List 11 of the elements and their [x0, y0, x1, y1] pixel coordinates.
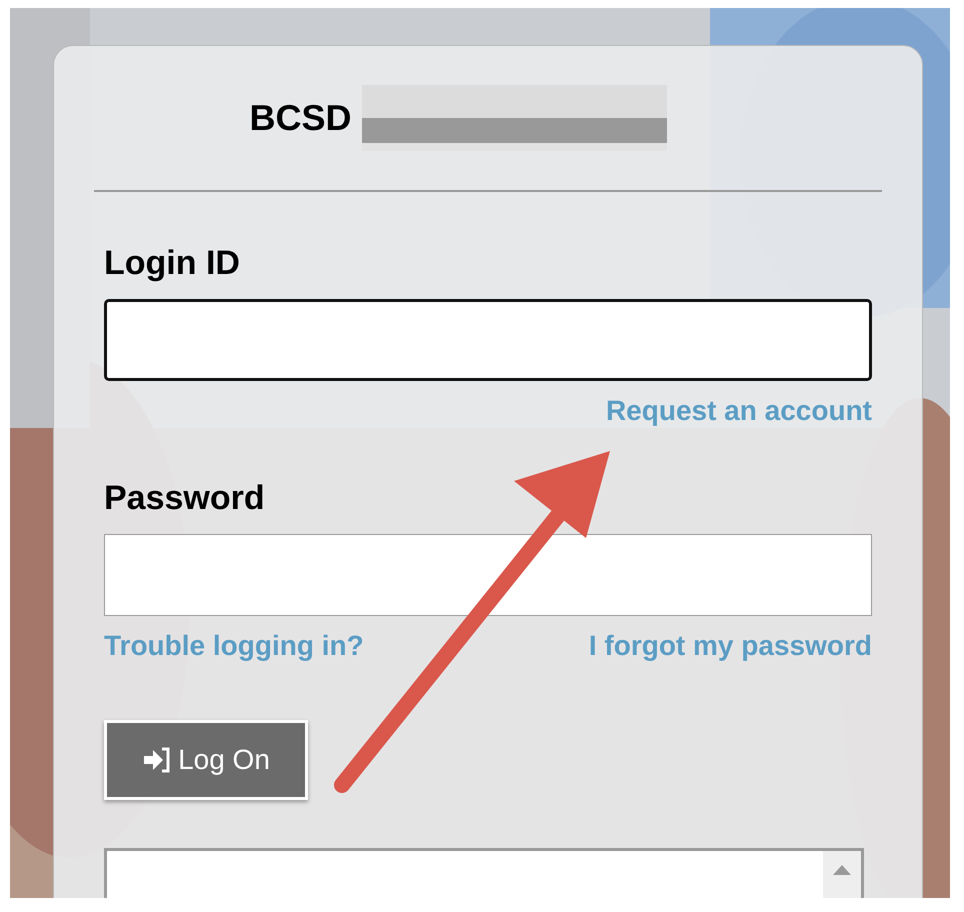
field-label: Password — [104, 479, 266, 518]
site-title: BCSD — [249, 97, 352, 139]
field-label: Login ID — [104, 244, 241, 283]
request-account-link[interactable]: Request an account — [606, 395, 872, 427]
password-field[interactable] — [104, 534, 872, 616]
log-on-button[interactable]: Log On — [104, 720, 308, 800]
scroll-up-icon — [833, 865, 851, 875]
sign-in-icon — [142, 746, 172, 774]
input-field[interactable] — [104, 299, 872, 381]
help-link[interactable]: I forgot my password — [588, 630, 872, 662]
help-link[interactable]: Trouble logging in? — [104, 630, 364, 662]
